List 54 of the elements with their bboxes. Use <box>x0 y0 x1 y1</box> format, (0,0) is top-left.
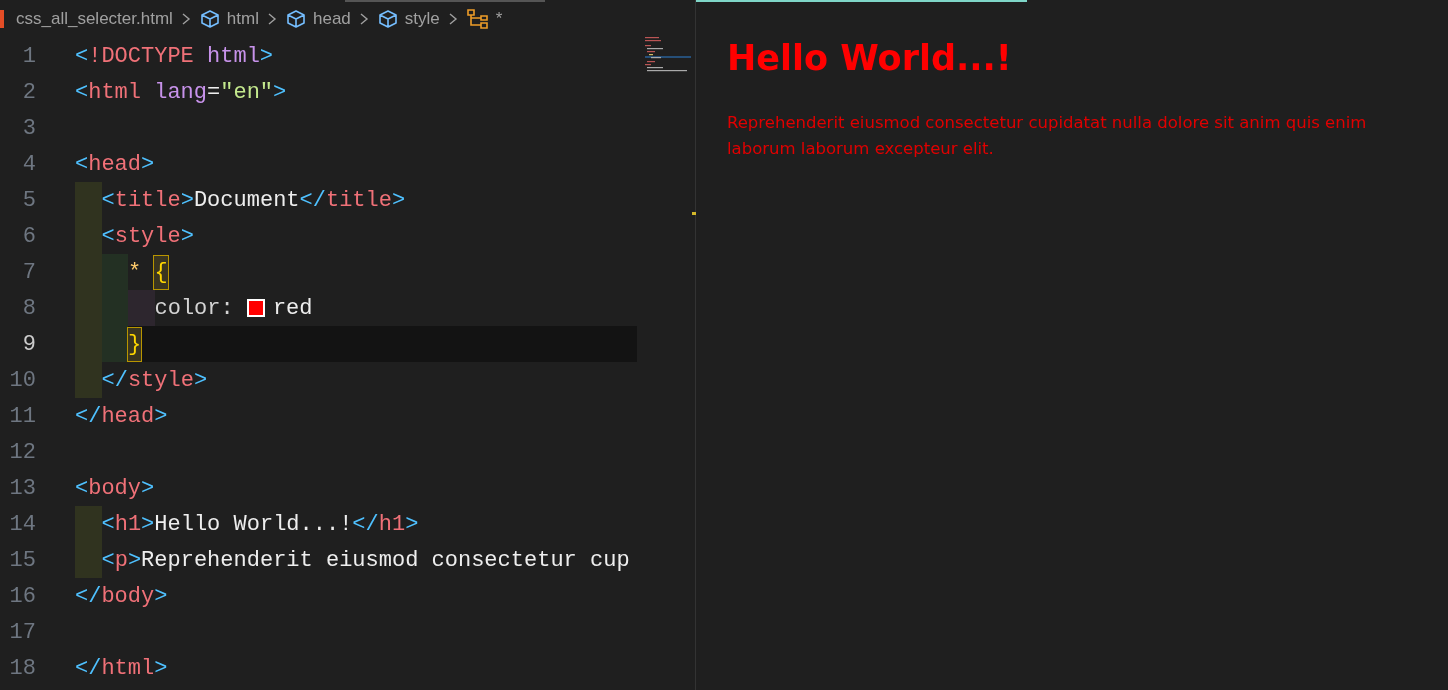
preview-heading: Hello World...! <box>727 37 1012 80</box>
code-text: red <box>272 294 313 323</box>
breadcrumb-item[interactable]: head <box>312 6 351 32</box>
line-number: 12 <box>8 438 36 467</box>
code-text: { <box>154 255 168 289</box>
code-text: <body> <box>75 474 155 503</box>
code-text: </body> <box>75 582 168 611</box>
breadcrumb-item[interactable]: style <box>404 6 440 32</box>
line-number: 9 <box>21 330 36 359</box>
color-swatch[interactable] <box>246 299 265 317</box>
code-text: <html lang="en"> <box>75 78 287 107</box>
code-text: <h1>Hello World...!</h1> <box>101 510 419 539</box>
breadcrumb-item[interactable]: html <box>226 6 259 32</box>
line-number: 11 <box>8 402 36 431</box>
cube-icon <box>376 9 399 29</box>
line-number: 13 <box>8 474 36 503</box>
line-number: 4 <box>21 150 36 179</box>
branch-icon <box>465 8 490 30</box>
breadcrumb-item[interactable]: * <box>495 6 503 32</box>
chevron-right-icon <box>358 12 369 26</box>
line-number: 1 <box>21 42 36 71</box>
line-number: 7 <box>21 258 36 287</box>
code-text: </style> <box>101 366 208 395</box>
cube-icon <box>198 9 221 29</box>
line-number: 18 <box>8 654 36 683</box>
line-number: 5 <box>21 186 36 215</box>
line-number: 16 <box>8 582 36 611</box>
code-text: * <box>128 258 143 287</box>
line-number: 3 <box>21 114 36 143</box>
code-text: color: <box>154 294 235 323</box>
line-number: 17 <box>8 618 36 647</box>
line-number: 14 <box>8 510 36 539</box>
code-text: <title>Document</title> <box>101 186 406 215</box>
code-text: <p>Reprehenderit eiusmod consectetur cup <box>101 546 630 575</box>
code-text: </html> <box>75 654 168 683</box>
code-text: </head> <box>75 402 168 431</box>
code-text: <style> <box>101 222 194 251</box>
line-number: 8 <box>21 294 36 323</box>
preview-paragraph: Reprehenderit eiusmod consectetur cupidatat nulla dolore sit anim quis enim laborum laborum excepteur elit. <box>727 112 1368 160</box>
cube-icon <box>284 9 307 29</box>
code-text: } <box>128 327 142 361</box>
line-number: 10 <box>8 366 36 395</box>
chevron-right-icon <box>180 12 191 26</box>
line-number: 6 <box>21 222 36 251</box>
code-text: <!DOCTYPE html> <box>75 42 274 71</box>
line-number: 15 <box>8 546 36 575</box>
minimap-drawing <box>645 34 691 72</box>
chevron-right-icon <box>447 12 458 26</box>
indent-guide <box>128 290 155 326</box>
html-file-icon <box>0 10 4 28</box>
chevron-right-icon <box>266 12 277 26</box>
line-number: 2 <box>21 78 36 107</box>
breadcrumb-item[interactable]: css_all_selecter.html <box>16 6 173 32</box>
code-text: <head> <box>75 150 155 179</box>
